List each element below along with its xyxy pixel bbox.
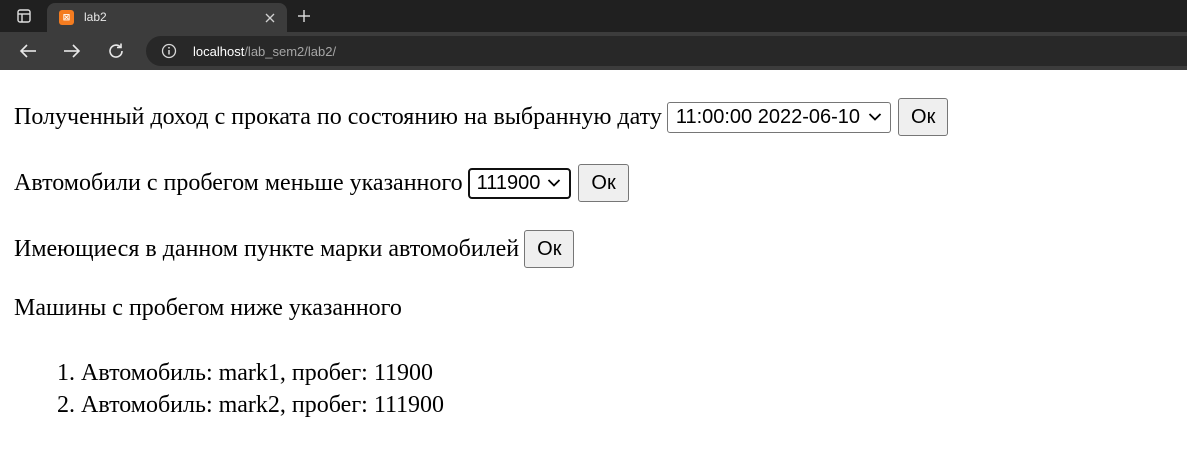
mileage-select-box[interactable]: 111900 bbox=[467, 167, 572, 199]
xampp-icon: ⊠ bbox=[59, 10, 74, 25]
browser-tab-strip: ⊠ lab2 bbox=[0, 0, 1187, 32]
back-arrow-icon bbox=[19, 44, 36, 58]
list-item-number: 1. bbox=[57, 360, 75, 386]
url-path: /lab_sem2/lab2/ bbox=[244, 44, 337, 59]
page-content: Полученный доход с проката по состоянию … bbox=[0, 70, 1187, 462]
date-select-box[interactable]: 11:00:00 2022-06-10 bbox=[666, 101, 892, 133]
reload-icon bbox=[109, 43, 123, 58]
income-label: Полученный доход с проката по состоянию … bbox=[14, 103, 662, 130]
results-heading: Машины с пробегом ниже указанного bbox=[14, 295, 402, 321]
browser-tab[interactable]: ⊠ lab2 bbox=[47, 3, 287, 32]
url-text: localhost/lab_sem2/lab2/ bbox=[193, 44, 336, 59]
list-item-text: Автомобиль: mark1, пробег: 11900 bbox=[81, 360, 433, 386]
forward-arrow-icon bbox=[64, 44, 81, 58]
mileage-select-value: 111900 bbox=[476, 171, 541, 194]
address-bar[interactable]: localhost/lab_sem2/lab2/ bbox=[146, 36, 1187, 66]
list-item-text: Автомобиль: mark2, пробег: 111900 bbox=[81, 392, 445, 418]
back-button[interactable] bbox=[14, 38, 42, 64]
list-item: 2. Автомобиль: mark2, пробег: 111900 bbox=[57, 389, 444, 421]
tab-actions-icon bbox=[17, 9, 31, 23]
list-item-number: 2. bbox=[57, 392, 75, 418]
browser-toolbar: localhost/lab_sem2/lab2/ bbox=[0, 32, 1187, 70]
tab-actions-button[interactable] bbox=[10, 4, 38, 28]
chevron-down-icon bbox=[868, 113, 882, 121]
plus-icon bbox=[298, 10, 310, 22]
tab-close-button[interactable] bbox=[261, 9, 279, 27]
tab-title: lab2 bbox=[84, 10, 107, 24]
income-ok-button[interactable]: Ок bbox=[898, 98, 949, 136]
mileage-label: Автомобили с пробегом меньше указанного bbox=[14, 169, 463, 196]
chevron-down-icon bbox=[548, 179, 561, 187]
forward-button[interactable] bbox=[58, 38, 86, 64]
brands-form: Имеющиеся в данном пункте марки автомоби… bbox=[14, 229, 575, 269]
brands-label: Имеющиеся в данном пункте марки автомоби… bbox=[14, 235, 520, 262]
reload-button[interactable] bbox=[102, 38, 130, 64]
date-select[interactable]: 11:00:00 2022-06-10 bbox=[666, 101, 892, 133]
date-select-value: 11:00:00 2022-06-10 bbox=[675, 105, 861, 128]
list-item: 1. Автомобиль: mark1, пробег: 11900 bbox=[57, 357, 444, 389]
info-icon[interactable] bbox=[161, 43, 177, 59]
mileage-form: Автомобили с пробегом меньше указанного … bbox=[14, 163, 629, 203]
url-host: localhost bbox=[193, 44, 245, 59]
close-icon bbox=[265, 13, 275, 23]
income-form: Полученный доход с проката по состоянию … bbox=[14, 97, 949, 137]
car-list: 1. Автомобиль: mark1, пробег: 11900 2. А… bbox=[57, 357, 444, 421]
mileage-select[interactable]: 111900 bbox=[467, 167, 572, 199]
new-tab-button[interactable] bbox=[292, 4, 316, 28]
brands-ok-button[interactable]: Ок bbox=[524, 230, 575, 268]
mileage-ok-button[interactable]: Ок bbox=[578, 164, 629, 202]
